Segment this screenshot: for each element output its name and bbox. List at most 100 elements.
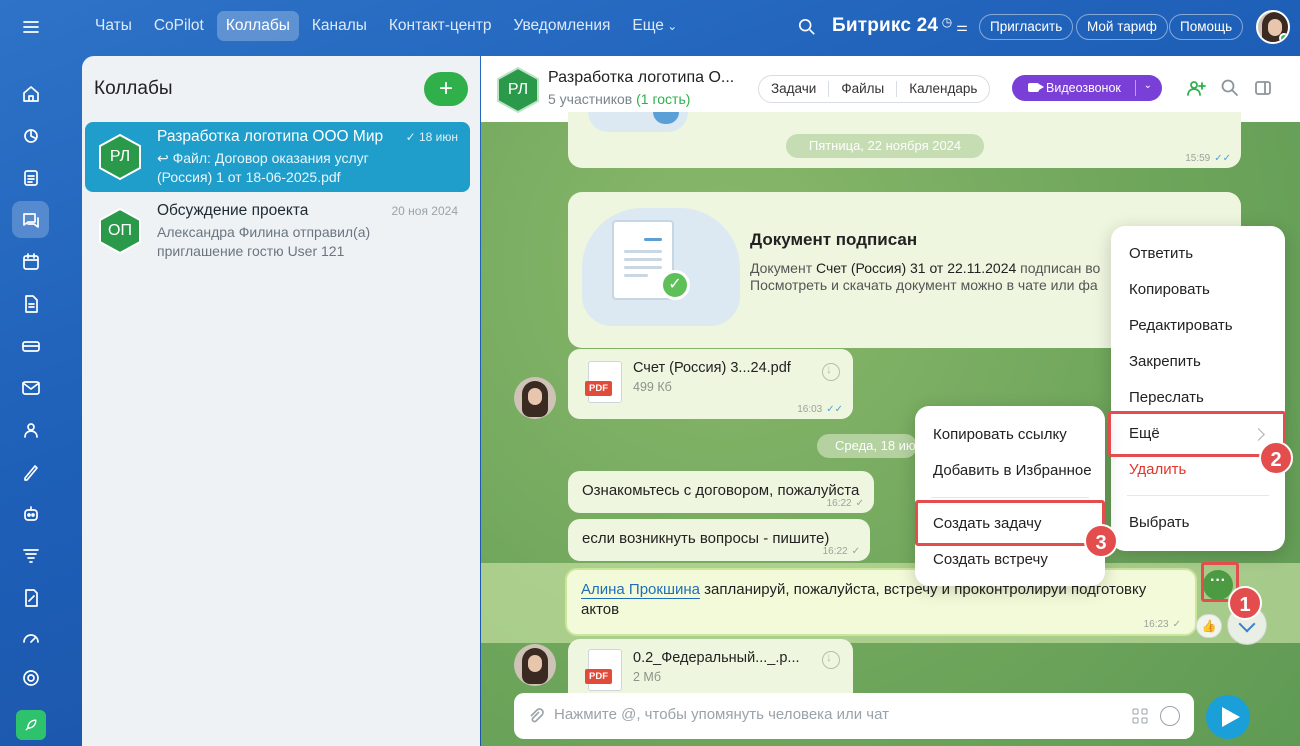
file-name[interactable]: Счет (Россия) 3...24.pdf [633,360,791,376]
storage-icon[interactable] [12,327,49,364]
apps-icon[interactable] [1132,708,1148,724]
chat-preview-line: (Россия) 1 от 18-06-2025.pdf [157,169,341,185]
submenu-create-meeting[interactable]: Создать встречу [933,551,1048,568]
step-badge-1: 1 [1228,586,1262,620]
document-description: Документ Счет (Россия) 31 от 22.11.2024 … [750,260,1100,294]
chat-title: Обсуждение проекта [157,202,309,219]
chat-members[interactable]: 5 участников (1 гость) [548,91,690,107]
message-time: 16:22 [823,546,860,557]
tab-tasks[interactable]: Задачи [759,81,830,97]
message-bubble[interactable]: если возникнуть вопросы - пишите) 16:22 [568,519,870,561]
menu-item-select[interactable]: Выбрать [1129,514,1189,531]
chat-header-title[interactable]: Разработка логотипа О... [548,69,734,87]
menu-item-pin[interactable]: Закрепить [1129,353,1201,370]
collab-initials: ОП [108,222,132,239]
menu-item-copy[interactable]: Копировать [1129,281,1210,298]
file-message[interactable]: PDF 0.2_Федеральный..._.р... 2 Мб [568,639,853,699]
tariff-button[interactable]: Мой тариф [1076,14,1168,40]
nav-more[interactable]: Еще [623,11,686,41]
tab-calendar[interactable]: Календарь [897,81,989,97]
checkmark-icon: ✓ [660,270,690,300]
add-user-icon[interactable] [1186,78,1206,98]
settings-icon[interactable] [12,659,49,696]
sidebar-toggle-icon[interactable] [1253,78,1273,98]
chevron-down-icon[interactable]: ⌄ [1144,80,1152,91]
help-button[interactable]: Помощь [1169,14,1244,40]
file-message[interactable]: PDF Счет (Россия) 3...24.pdf 499 Кб 16:0… [568,349,853,419]
document-icon[interactable] [12,285,49,322]
file-size: 499 Кб [633,380,672,394]
guest-count: (1 гость) [636,91,691,107]
home-icon[interactable] [12,75,49,112]
search-icon[interactable] [798,18,816,36]
funnel-icon[interactable] [12,537,49,574]
chat-avatar[interactable]: РЛ [495,66,541,114]
highlight-box-create-task [915,500,1105,546]
user-avatar[interactable] [1256,10,1290,44]
feed-icon[interactable] [12,117,49,154]
date-divider: Среда, 18 ию [817,434,917,458]
nav-notifications[interactable]: Уведомления [504,11,619,41]
sidebar-title: Коллабы [94,78,173,99]
chat-icon[interactable] [12,201,49,238]
send-button[interactable] [1206,695,1250,739]
sender-avatar[interactable] [514,377,556,419]
menu-item-edit[interactable]: Редактировать [1129,317,1233,334]
collab-initials: РЛ [109,148,131,165]
nav-collabs[interactable]: Коллабы [216,11,299,41]
top-navigation: Чаты CoPilot Коллабы Каналы Контакт-цент… [86,11,686,41]
tasks-icon[interactable] [12,159,49,196]
contacts-icon[interactable] [12,411,49,448]
collabs-sidebar: Коллабы + РЛ Разработка логотипа ООО Мир… [82,56,480,746]
sender-avatar[interactable] [514,644,556,686]
settings-sliders-icon[interactable]: ⚌ [952,19,968,34]
doc-desc-name[interactable]: Счет (Россия) 31 от 22.11.2024 [816,260,1016,276]
brand-logo: Битрикс 24 ◷ ⚌ [832,15,968,37]
chat-date: 20 ноя 2024 [391,204,458,218]
user-mention[interactable]: Алина Прокшина [581,581,700,599]
calendar-icon[interactable] [12,243,49,280]
sign-icon[interactable] [12,453,49,490]
invite-button[interactable]: Пригласить [979,14,1074,40]
search-icon[interactable] [1220,78,1240,98]
video-call-button[interactable]: Видеозвонок ⌄ [1012,75,1162,101]
pdf-file-icon: PDF [585,649,622,691]
submenu-add-favorites[interactable]: Добавить в Избранное [933,462,1092,479]
sidebar-header: Коллабы + [82,56,480,122]
speed-icon[interactable] [12,619,49,656]
menu-icon[interactable] [12,8,49,45]
video-call-label: Видеозвонок [1046,81,1121,95]
nav-contact-center[interactable]: Контакт-центр [380,11,501,41]
add-collab-button[interactable]: + [424,72,468,106]
chat-list-item-project[interactable]: ОП Обсуждение проекта Александра Филина … [85,196,470,266]
menu-item-delete[interactable]: Удалить [1129,461,1186,478]
message-time: 16:03 [797,404,843,415]
mail-icon[interactable] [12,369,49,406]
edit-document-icon[interactable] [12,579,49,616]
doc-desc-prefix: Документ [750,260,816,276]
message-input-bar[interactable]: Нажмите @, чтобы упомянуть человека или … [514,693,1194,739]
nav-channels[interactable]: Каналы [303,11,376,41]
menu-item-forward[interactable]: Переслать [1129,389,1204,406]
nav-chats[interactable]: Чаты [86,11,141,41]
tab-files[interactable]: Файлы [829,81,898,97]
download-icon[interactable] [822,650,840,669]
emoji-icon[interactable] [1160,706,1180,726]
download-icon[interactable] [822,362,840,381]
menu-item-reply[interactable]: Ответить [1129,245,1193,262]
clock-icon: ◷ [938,15,953,29]
like-icon[interactable]: 👍 [1196,614,1222,638]
chat-title: Разработка логотипа ООО Мир [157,128,384,145]
message-time: 15:59 [1185,153,1231,164]
camera-icon [1028,83,1044,92]
pdf-file-icon: PDF [585,361,622,403]
bot-icon[interactable] [12,495,49,532]
message-input-placeholder: Нажмите @, чтобы упомянуть человека или … [554,706,889,723]
rocket-icon[interactable] [16,710,46,740]
submenu-copy-link[interactable]: Копировать ссылку [933,426,1067,443]
file-name[interactable]: 0.2_Федеральный..._.р... [633,650,800,666]
nav-copilot[interactable]: CoPilot [145,11,213,41]
attach-icon[interactable] [528,707,544,725]
chat-list-item-logo[interactable]: РЛ Разработка логотипа ООО Мир ↩ Файл: Д… [85,122,470,192]
message-bubble[interactable]: Ознакомьтесь с договором, пожалуйста 16:… [568,471,874,513]
